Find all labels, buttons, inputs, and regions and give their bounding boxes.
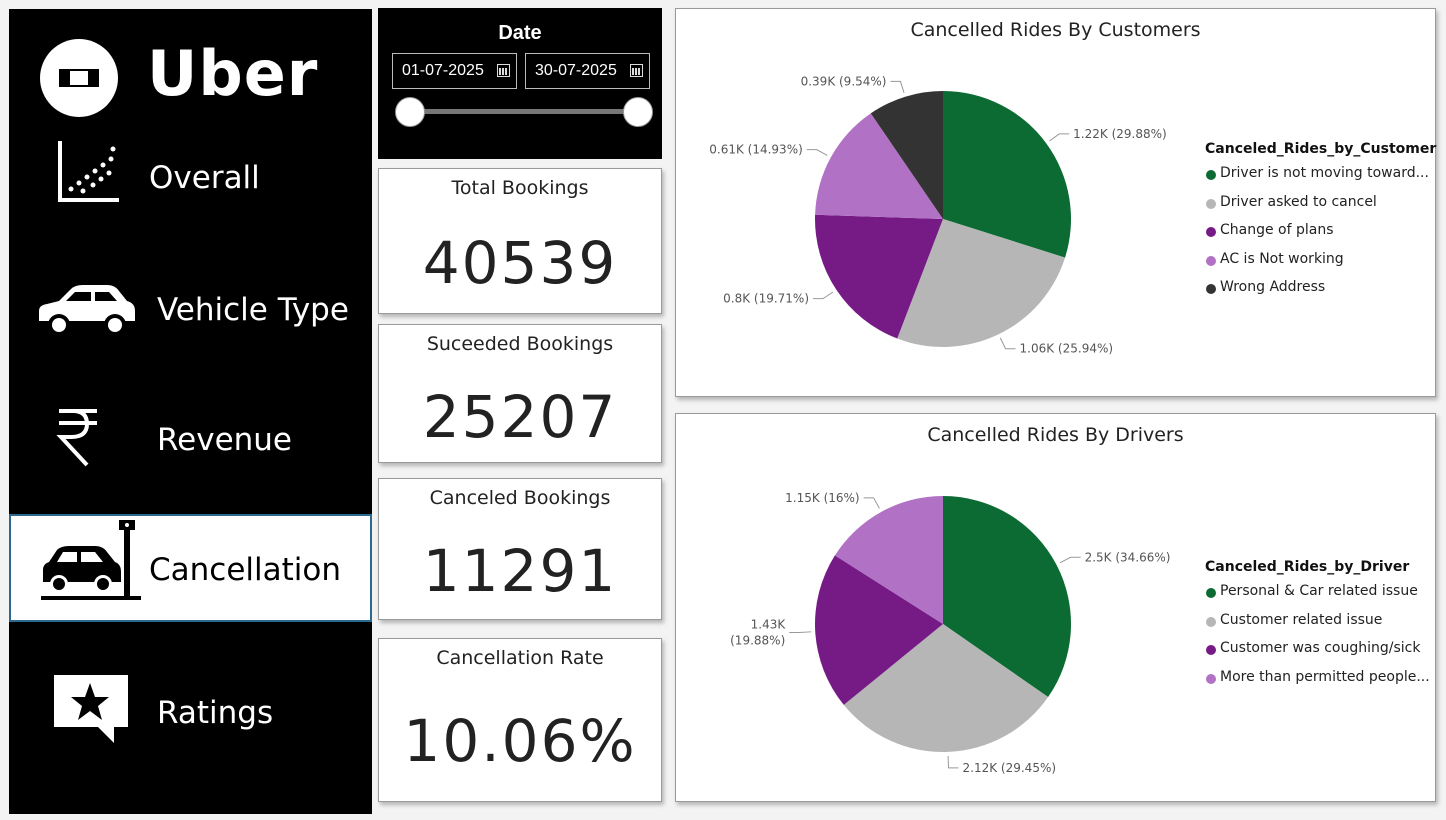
kpi-card-total-bookings: Total Bookings 40539 xyxy=(378,168,662,314)
nav-item-revenue[interactable]: Revenue xyxy=(9,389,372,497)
leader-line xyxy=(1059,556,1081,564)
slice-data-label: 0.61K (14.93%) xyxy=(709,143,803,157)
legend-item[interactable]: Personal & Car related issue xyxy=(1205,583,1430,612)
nav-label-ratings: Ratings xyxy=(157,695,274,731)
end-date-input[interactable]: 30-07-2025 xyxy=(525,53,650,89)
kpi-title: Suceeded Bookings xyxy=(426,333,614,355)
car-icon xyxy=(39,285,135,336)
legend-label: Driver asked to cancel xyxy=(1220,193,1377,210)
legend-swatch xyxy=(1206,170,1216,180)
leader-line xyxy=(813,291,834,300)
kpi-title: Cancellation Rate xyxy=(436,647,604,669)
date-range-track[interactable] xyxy=(409,109,637,114)
nav-item-vehicle-type[interactable]: Vehicle Type xyxy=(9,259,372,367)
slice-data-label: 0.8K (19.71%) xyxy=(723,292,809,306)
legend-item[interactable]: Driver is not moving toward... xyxy=(1205,165,1436,194)
kpi-card-canceled-bookings: Canceled Bookings 11291 xyxy=(378,478,662,620)
legend-swatch xyxy=(1206,645,1216,655)
legend-swatch xyxy=(1206,227,1216,237)
kpi-value: 40539 xyxy=(422,229,618,297)
legend-title: Canceled_Rides_by_Driver xyxy=(1205,559,1410,575)
customer-cancellations-panel: Cancelled Rides By Customers 1.22K (29.8… xyxy=(675,8,1436,397)
slice-data-label: 1.06K (25.94%) xyxy=(1020,342,1114,356)
kpi-value: 25207 xyxy=(422,383,618,451)
date-range-end-handle[interactable] xyxy=(623,97,653,127)
kpi-title: Total Bookings xyxy=(451,177,589,199)
slice-data-label: 2.12K (29.45%) xyxy=(963,761,1057,775)
nav-item-overall[interactable]: Overall xyxy=(9,127,372,235)
legend-item[interactable]: Wrong Address xyxy=(1205,279,1436,308)
legend-label: Driver is not moving toward... xyxy=(1220,165,1429,181)
legend-label: More than permitted people... xyxy=(1220,668,1430,685)
legend-swatch xyxy=(1206,284,1216,294)
kpi-title: Canceled Bookings xyxy=(429,487,611,509)
kpi-card-cancellation-rate: Cancellation Rate 10.06% xyxy=(378,638,662,802)
customer-legend: Canceled_Rides_by_Customer Driver is not… xyxy=(1205,141,1436,308)
dashboard: Uber Overall Vehicle Type Revenue Cancel… xyxy=(0,0,1446,820)
driver-legend: Canceled_Rides_by_Driver Personal & Car … xyxy=(1205,559,1430,697)
uber-logo: Uber xyxy=(39,33,339,125)
legend-label: Change of plans xyxy=(1220,222,1334,238)
leader-line xyxy=(890,80,905,94)
legend-swatch xyxy=(1206,588,1216,598)
leader-line xyxy=(789,631,812,634)
date-filter-title: Date xyxy=(498,22,542,44)
end-date-value: 30-07-2025 xyxy=(535,62,617,79)
leader-line xyxy=(806,149,828,156)
legend-label: Wrong Address xyxy=(1220,279,1326,295)
leader-line xyxy=(947,755,959,769)
slice-data-label: 1.22K (29.88%) xyxy=(1073,127,1167,141)
kpi-value: 10.06% xyxy=(403,707,637,775)
nav-label-vehicle-type: Vehicle Type xyxy=(157,292,349,328)
driver-cancellations-panel: Cancelled Rides By Drivers 2.5K (34.66%)… xyxy=(675,413,1436,802)
slice-data-label: 1.43K (19.88%) xyxy=(730,618,786,648)
legend-label: Customer related issue xyxy=(1220,611,1383,628)
leader-line xyxy=(863,497,880,509)
nav-item-ratings[interactable]: Ratings xyxy=(9,659,372,767)
slice-data-label: 1.15K (16%) xyxy=(785,491,859,505)
car-crash-icon xyxy=(41,520,141,600)
legend-title: Canceled_Rides_by_Customer xyxy=(1205,141,1437,157)
rupee-icon xyxy=(56,409,97,467)
nav-label-overall: Overall xyxy=(149,160,260,196)
date-filter: Date 01-07-2025 30-07-2025 xyxy=(378,8,662,159)
legend-swatch xyxy=(1206,255,1216,266)
legend-label: AC is Not working xyxy=(1220,250,1344,267)
leader-line xyxy=(999,337,1016,350)
slice-data-label: 2.5K (34.66%) xyxy=(1085,550,1171,564)
legend-item[interactable]: Change of plans xyxy=(1205,222,1436,251)
legend-item[interactable]: More than permitted people... xyxy=(1205,669,1430,698)
brand-name: Uber xyxy=(147,37,319,110)
legend-item[interactable]: Driver asked to cancel xyxy=(1205,194,1436,223)
leader-line xyxy=(1049,133,1070,142)
customer-cancellations-pie: 1.22K (29.88%) 1.06K (25.94%) 0.8K (19.71%… xyxy=(709,74,1167,356)
calendar-icon[interactable] xyxy=(630,64,643,77)
legend-swatch xyxy=(1206,616,1216,627)
calendar-icon[interactable] xyxy=(497,64,510,77)
date-range-start-handle[interactable] xyxy=(395,97,425,127)
legend-label: Customer was coughing/sick xyxy=(1220,640,1421,656)
start-date-input[interactable]: 01-07-2025 xyxy=(392,53,517,89)
start-date-value: 01-07-2025 xyxy=(402,62,484,79)
star-message-icon xyxy=(54,675,128,743)
uber-logo-icon xyxy=(40,39,118,117)
sidebar: Uber Overall Vehicle Type Revenue Cancel… xyxy=(9,9,372,814)
legend-swatch xyxy=(1206,198,1216,209)
scatter-plot-icon xyxy=(58,141,119,202)
legend-item[interactable]: Customer was coughing/sick xyxy=(1205,640,1430,669)
driver-cancellations-pie: 2.5K (34.66%) 2.12K (29.45%) 1.43K (19.88%)… xyxy=(730,491,1171,775)
kpi-card-succeeded-bookings: Suceeded Bookings 25207 xyxy=(378,324,662,463)
legend-label: Personal & Car related issue xyxy=(1220,583,1418,599)
nav-label-revenue: Revenue xyxy=(157,422,293,458)
legend-item[interactable]: AC is Not working xyxy=(1205,251,1436,280)
nav-item-cancellation[interactable]: Cancellation xyxy=(9,514,372,622)
legend-item[interactable]: Customer related issue xyxy=(1205,612,1430,641)
nav-label-cancellation: Cancellation xyxy=(149,552,342,588)
legend-swatch xyxy=(1206,673,1216,684)
slice-data-label: 0.39K (9.54%) xyxy=(801,74,887,88)
kpi-value: 11291 xyxy=(422,537,618,605)
